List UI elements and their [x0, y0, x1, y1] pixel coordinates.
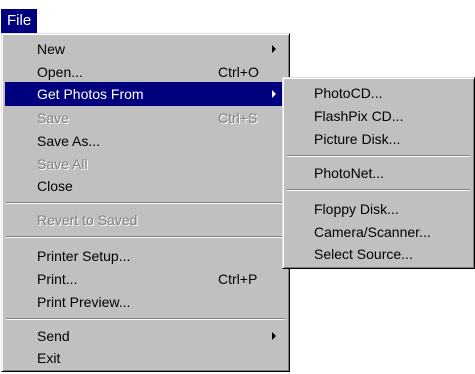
menu-item-label: PhotoNet... — [314, 165, 385, 181]
menu-item-shortcut: Ctrl+P — [218, 271, 258, 287]
menu-item-close[interactable]: Close — [5, 174, 286, 198]
menu-item-print-preview[interactable]: Print Preview... — [5, 290, 286, 314]
menu-item-label: Exit — [37, 350, 61, 366]
menu-item-label: New — [37, 41, 66, 57]
menu-item-label: Printer Setup... — [37, 248, 131, 264]
menu-item-shortcut: Ctrl+O — [218, 64, 259, 80]
menu-item-label: Save As... — [37, 133, 101, 149]
menu-item-label: Get Photos From — [37, 86, 144, 102]
get-photos-submenu: PhotoCD... FlashPix CD... Picture Disk..… — [282, 77, 475, 269]
menu-separator — [287, 189, 470, 191]
submenu-item-camera-scanner[interactable]: Camera/Scanner... — [286, 220, 471, 244]
menu-item-save[interactable]: Save Ctrl+S — [5, 106, 286, 130]
menu-item-label: Select Source... — [314, 246, 413, 262]
menu-item-label: Print... — [37, 271, 78, 287]
menu-item-send[interactable]: Send — [5, 324, 286, 348]
submenu-item-select-source[interactable]: Select Source... — [286, 242, 471, 266]
menu-item-label: Floppy Disk... — [314, 201, 399, 217]
menu-item-label: PhotoCD... — [314, 85, 383, 101]
menu-item-open[interactable]: Open... Ctrl+O — [5, 60, 286, 84]
menu-item-label: Revert to Saved — [37, 212, 138, 228]
submenu-arrow-icon — [272, 90, 276, 98]
menu-item-save-all[interactable]: Save All — [5, 152, 286, 176]
menu-separator — [6, 202, 285, 204]
submenu-arrow-icon — [272, 45, 276, 53]
menu-separator — [6, 318, 285, 320]
submenu-item-photocd[interactable]: PhotoCD... — [286, 81, 471, 105]
menu-item-label: Camera/Scanner... — [314, 224, 431, 240]
menu-item-label: Save All — [37, 156, 88, 172]
menu-item-save-as[interactable]: Save As... — [5, 129, 286, 153]
menu-item-label: Send — [37, 328, 70, 344]
menu-item-print[interactable]: Print... Ctrl+P — [5, 267, 286, 291]
file-menu: New Open... Ctrl+O Get Photos From Save … — [1, 33, 290, 372]
submenu-item-photonet[interactable]: PhotoNet... — [286, 161, 471, 185]
menu-item-shortcut: Ctrl+S — [218, 110, 258, 126]
screen: File New Open... Ctrl+O Get Photos From … — [0, 0, 475, 374]
menu-item-new[interactable]: New — [5, 37, 286, 61]
menu-item-get-photos-from[interactable]: Get Photos From — [5, 82, 286, 106]
menu-item-label: Save — [37, 110, 69, 126]
menu-item-revert-to-saved[interactable]: Revert to Saved — [5, 208, 286, 232]
menu-item-label: Picture Disk... — [314, 131, 401, 147]
menu-separator — [6, 236, 285, 238]
menu-separator — [287, 155, 470, 157]
submenu-item-floppy-disk[interactable]: Floppy Disk... — [286, 197, 471, 221]
menu-item-label: Open... — [37, 64, 83, 80]
menu-item-label: Close — [37, 178, 73, 194]
menu-item-label: Print Preview... — [37, 294, 131, 310]
menu-item-exit[interactable]: Exit — [5, 346, 286, 370]
menu-file[interactable]: File — [1, 9, 38, 33]
menu-item-printer-setup[interactable]: Printer Setup... — [5, 244, 286, 268]
menu-item-label: FlashPix CD... — [314, 108, 404, 124]
submenu-arrow-icon — [272, 332, 276, 340]
submenu-item-picture-disk[interactable]: Picture Disk... — [286, 127, 471, 151]
submenu-item-flashpix-cd[interactable]: FlashPix CD... — [286, 104, 471, 128]
